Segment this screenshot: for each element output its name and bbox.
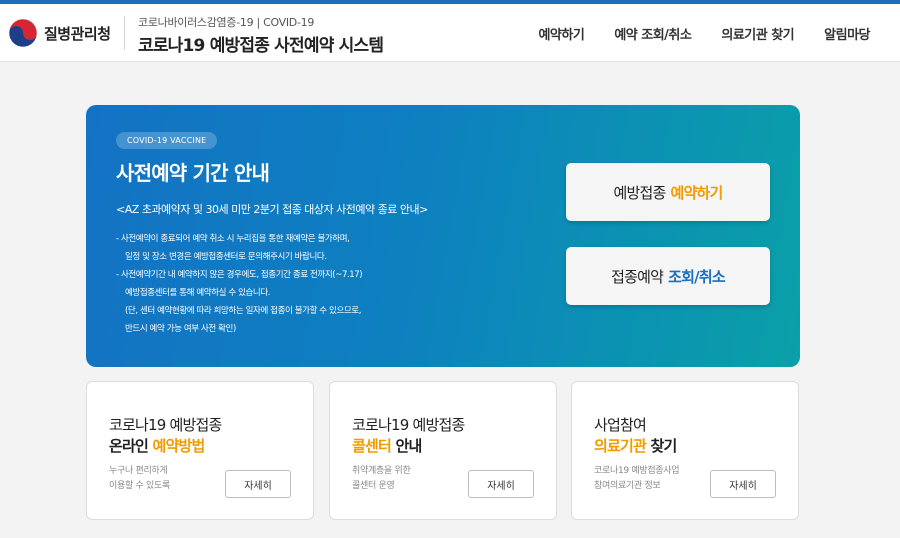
card-heading-plain: 온라인 <box>109 437 149 455</box>
hero-subtitle: <AZ 초과예약자 및 30세 미만 2분기 접종 대상자 사전예약 종료 안내… <box>116 203 428 216</box>
nav-lookup-cancel[interactable]: 예약 조회/취소 <box>614 24 692 43</box>
card-description: 코로나19 예방접종사업 참여의료기관 정보 <box>594 464 680 494</box>
card-heading-highlight: 예약방법 <box>152 437 205 455</box>
card-desc-line: 취약계층을 위한 <box>352 466 411 476</box>
hero-note: 예방접종센터를 통해 예약하실 수 있습니다. <box>125 288 271 298</box>
vaccine-badge: COVID-19 VACCINE <box>116 132 218 149</box>
reserve-button-prefix: 예방접종 <box>613 183 666 202</box>
card-title: 코로나19 예방접종 <box>109 416 222 434</box>
taegeuk-logo-icon <box>8 18 38 48</box>
card-heading: 의료기관 찾기 <box>594 435 677 456</box>
header-divider <box>124 16 125 50</box>
nav-reserve[interactable]: 예약하기 <box>538 24 584 43</box>
card-heading-tail: 안내 <box>395 437 422 455</box>
hero-notes: - 사전예약이 종료되어 예약 취소 시 누리집을 통한 재예약은 불가하며, … <box>116 230 363 338</box>
agency-logo[interactable]: 질병관리청 <box>8 18 111 48</box>
hero-note: - 사전예약이 종료되어 예약 취소 시 누리집을 통한 재예약은 불가하며, <box>116 234 350 244</box>
card-heading: 콜센터 안내 <box>352 435 422 456</box>
lookup-cancel-button[interactable]: 접종예약 조회/취소 <box>566 247 770 305</box>
hero-note: 반드시 예약 가능 여부 사전 확인) <box>125 324 236 334</box>
nav-find-clinic[interactable]: 의료기관 찾기 <box>721 24 794 43</box>
card-desc-line: 이용할 수 있도록 <box>109 481 170 491</box>
hero-note: (단, 센터 예약현황에 따라 희망하는 일자에 접종이 불가할 수 있으므로, <box>125 306 362 316</box>
card-desc-line: 참여의료기관 정보 <box>594 481 661 491</box>
card-desc-line: 콜센터 운영 <box>352 481 395 491</box>
card-heading-tail: 찾기 <box>650 437 677 455</box>
hero-note: - 사전예약기간 내 예약하지 않은 경우에도, 접종기간 종료 전까지(~7.… <box>116 270 363 280</box>
lookup-button-highlight: 조회/취소 <box>668 267 725 286</box>
agency-name: 질병관리청 <box>44 24 111 43</box>
nav-notices[interactable]: 알림마당 <box>824 24 870 43</box>
details-button[interactable]: 자세히 <box>225 470 291 498</box>
card-title: 사업참여 <box>594 416 647 434</box>
card-desc-line: 누구나 편리하게 <box>109 466 168 476</box>
site-subtitle: 코로나바이러스감염증-19 | COVID-19 <box>138 16 315 29</box>
card-heading-highlight: 콜센터 <box>352 437 392 455</box>
info-card-call-center: 코로나19 예방접종 콜센터 안내 취약계층을 위한 콜센터 운영 자세히 <box>329 381 557 520</box>
hero-title: 사전예약 기간 안내 <box>116 161 270 185</box>
reserve-button[interactable]: 예방접종 예약하기 <box>566 163 770 221</box>
card-heading: 온라인 예약방법 <box>109 435 205 456</box>
reserve-button-highlight: 예약하기 <box>670 183 724 202</box>
card-heading-highlight: 의료기관 <box>594 437 647 455</box>
hero-banner: COVID-19 VACCINE 사전예약 기간 안내 <AZ 초과예약자 및 … <box>86 105 800 367</box>
site-header: 질병관리청 코로나바이러스감염증-19 | COVID-19 코로나19 예방접… <box>0 4 900 62</box>
details-button[interactable]: 자세히 <box>710 470 776 498</box>
site-title[interactable]: 코로나19 예방접종 사전예약 시스템 <box>138 31 384 56</box>
hero-note: 일정 및 장소 변경은 예방접종센터로 문의해주시기 바랍니다. <box>125 252 327 262</box>
info-card-online-reservation: 코로나19 예방접종 온라인 예약방법 누구나 편리하게 이용할 수 있도록 자… <box>86 381 314 520</box>
card-desc-line: 코로나19 예방접종사업 <box>594 466 680 476</box>
card-title: 코로나19 예방접종 <box>352 416 465 434</box>
card-description: 누구나 편리하게 이용할 수 있도록 <box>109 464 170 494</box>
main-nav: 예약하기 예약 조회/취소 의료기관 찾기 알림마당 <box>508 24 870 43</box>
details-button[interactable]: 자세히 <box>468 470 534 498</box>
info-card-find-clinic: 사업참여 의료기관 찾기 코로나19 예방접종사업 참여의료기관 정보 자세히 <box>571 381 799 520</box>
card-description: 취약계층을 위한 콜센터 운영 <box>352 464 411 494</box>
lookup-button-prefix: 접종예약 <box>611 267 664 286</box>
